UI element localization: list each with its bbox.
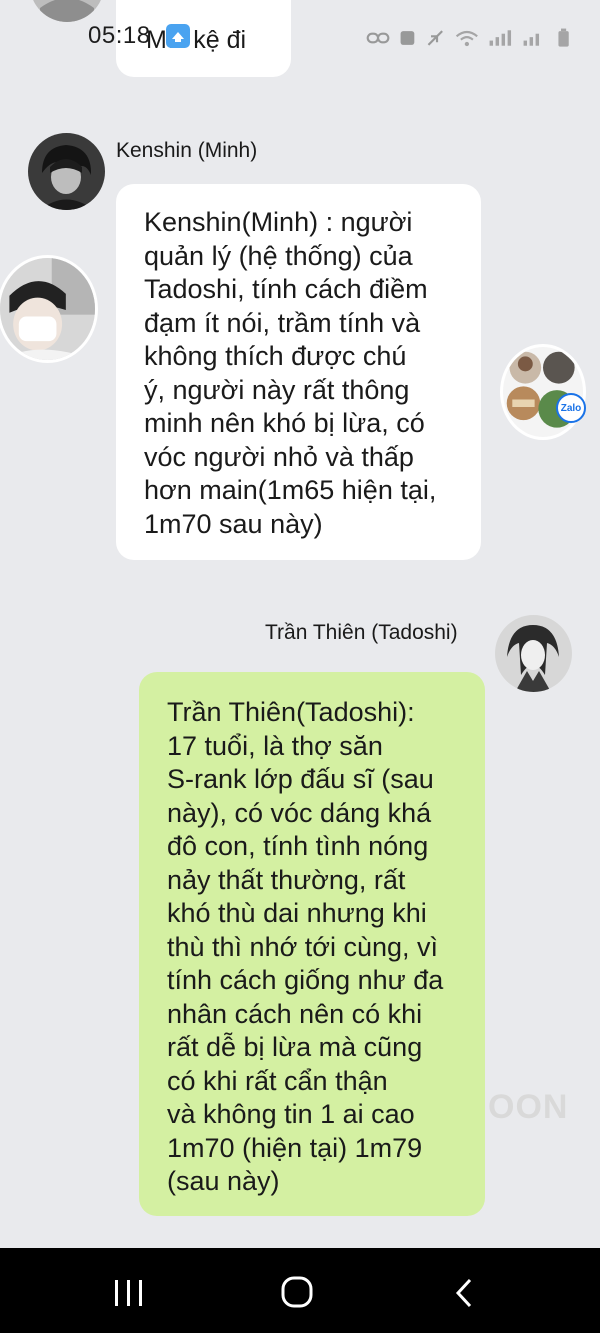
floating-chat-avatar-left[interactable] [0,255,98,363]
avatar-top-partial[interactable] [30,0,104,22]
status-time: 05:18 [88,22,151,49]
sender-name-tadoshi: Trần Thiên (Tadoshi) [265,621,458,644]
home-icon[interactable] [280,1275,314,1309]
message-bubble-tadoshi[interactable]: Trần Thiên(Tadoshi): 17 tuổi, là thợ săn… [139,672,485,1216]
avatar-kenshin[interactable] [28,133,105,210]
message-text-1: Mai kệ đi [146,26,247,54]
signal-icon-2 [523,33,540,46]
status-icons [366,24,572,52]
zalo-badge[interactable]: Zalo [556,393,586,423]
mute-icon [427,30,443,46]
link-icon [366,32,390,44]
floating-chat-avatar-right[interactable] [500,344,586,440]
navigation-bar [0,1248,600,1333]
screenshot-icon [400,31,415,45]
watermark: OON [488,1088,569,1126]
avatar-tadoshi[interactable] [495,615,572,692]
back-icon[interactable] [452,1277,476,1309]
wifi-icon [455,30,478,47]
message-text-tadoshi: Trần Thiên(Tadoshi): 17 tuổi, là thợ săn… [167,697,444,1196]
message-text-kenshin: Kenshin(Minh) : người quản lý (hệ thống)… [144,207,437,539]
recents-icon[interactable] [112,1278,146,1308]
signal-icon [489,30,512,46]
battery-icon [558,28,569,47]
sender-name-kenshin: Kenshin (Minh) [116,139,258,162]
message-bubble-kenshin[interactable]: Kenshin(Minh) : người quản lý (hệ thống)… [116,184,481,560]
app-notification-icon [166,24,190,48]
